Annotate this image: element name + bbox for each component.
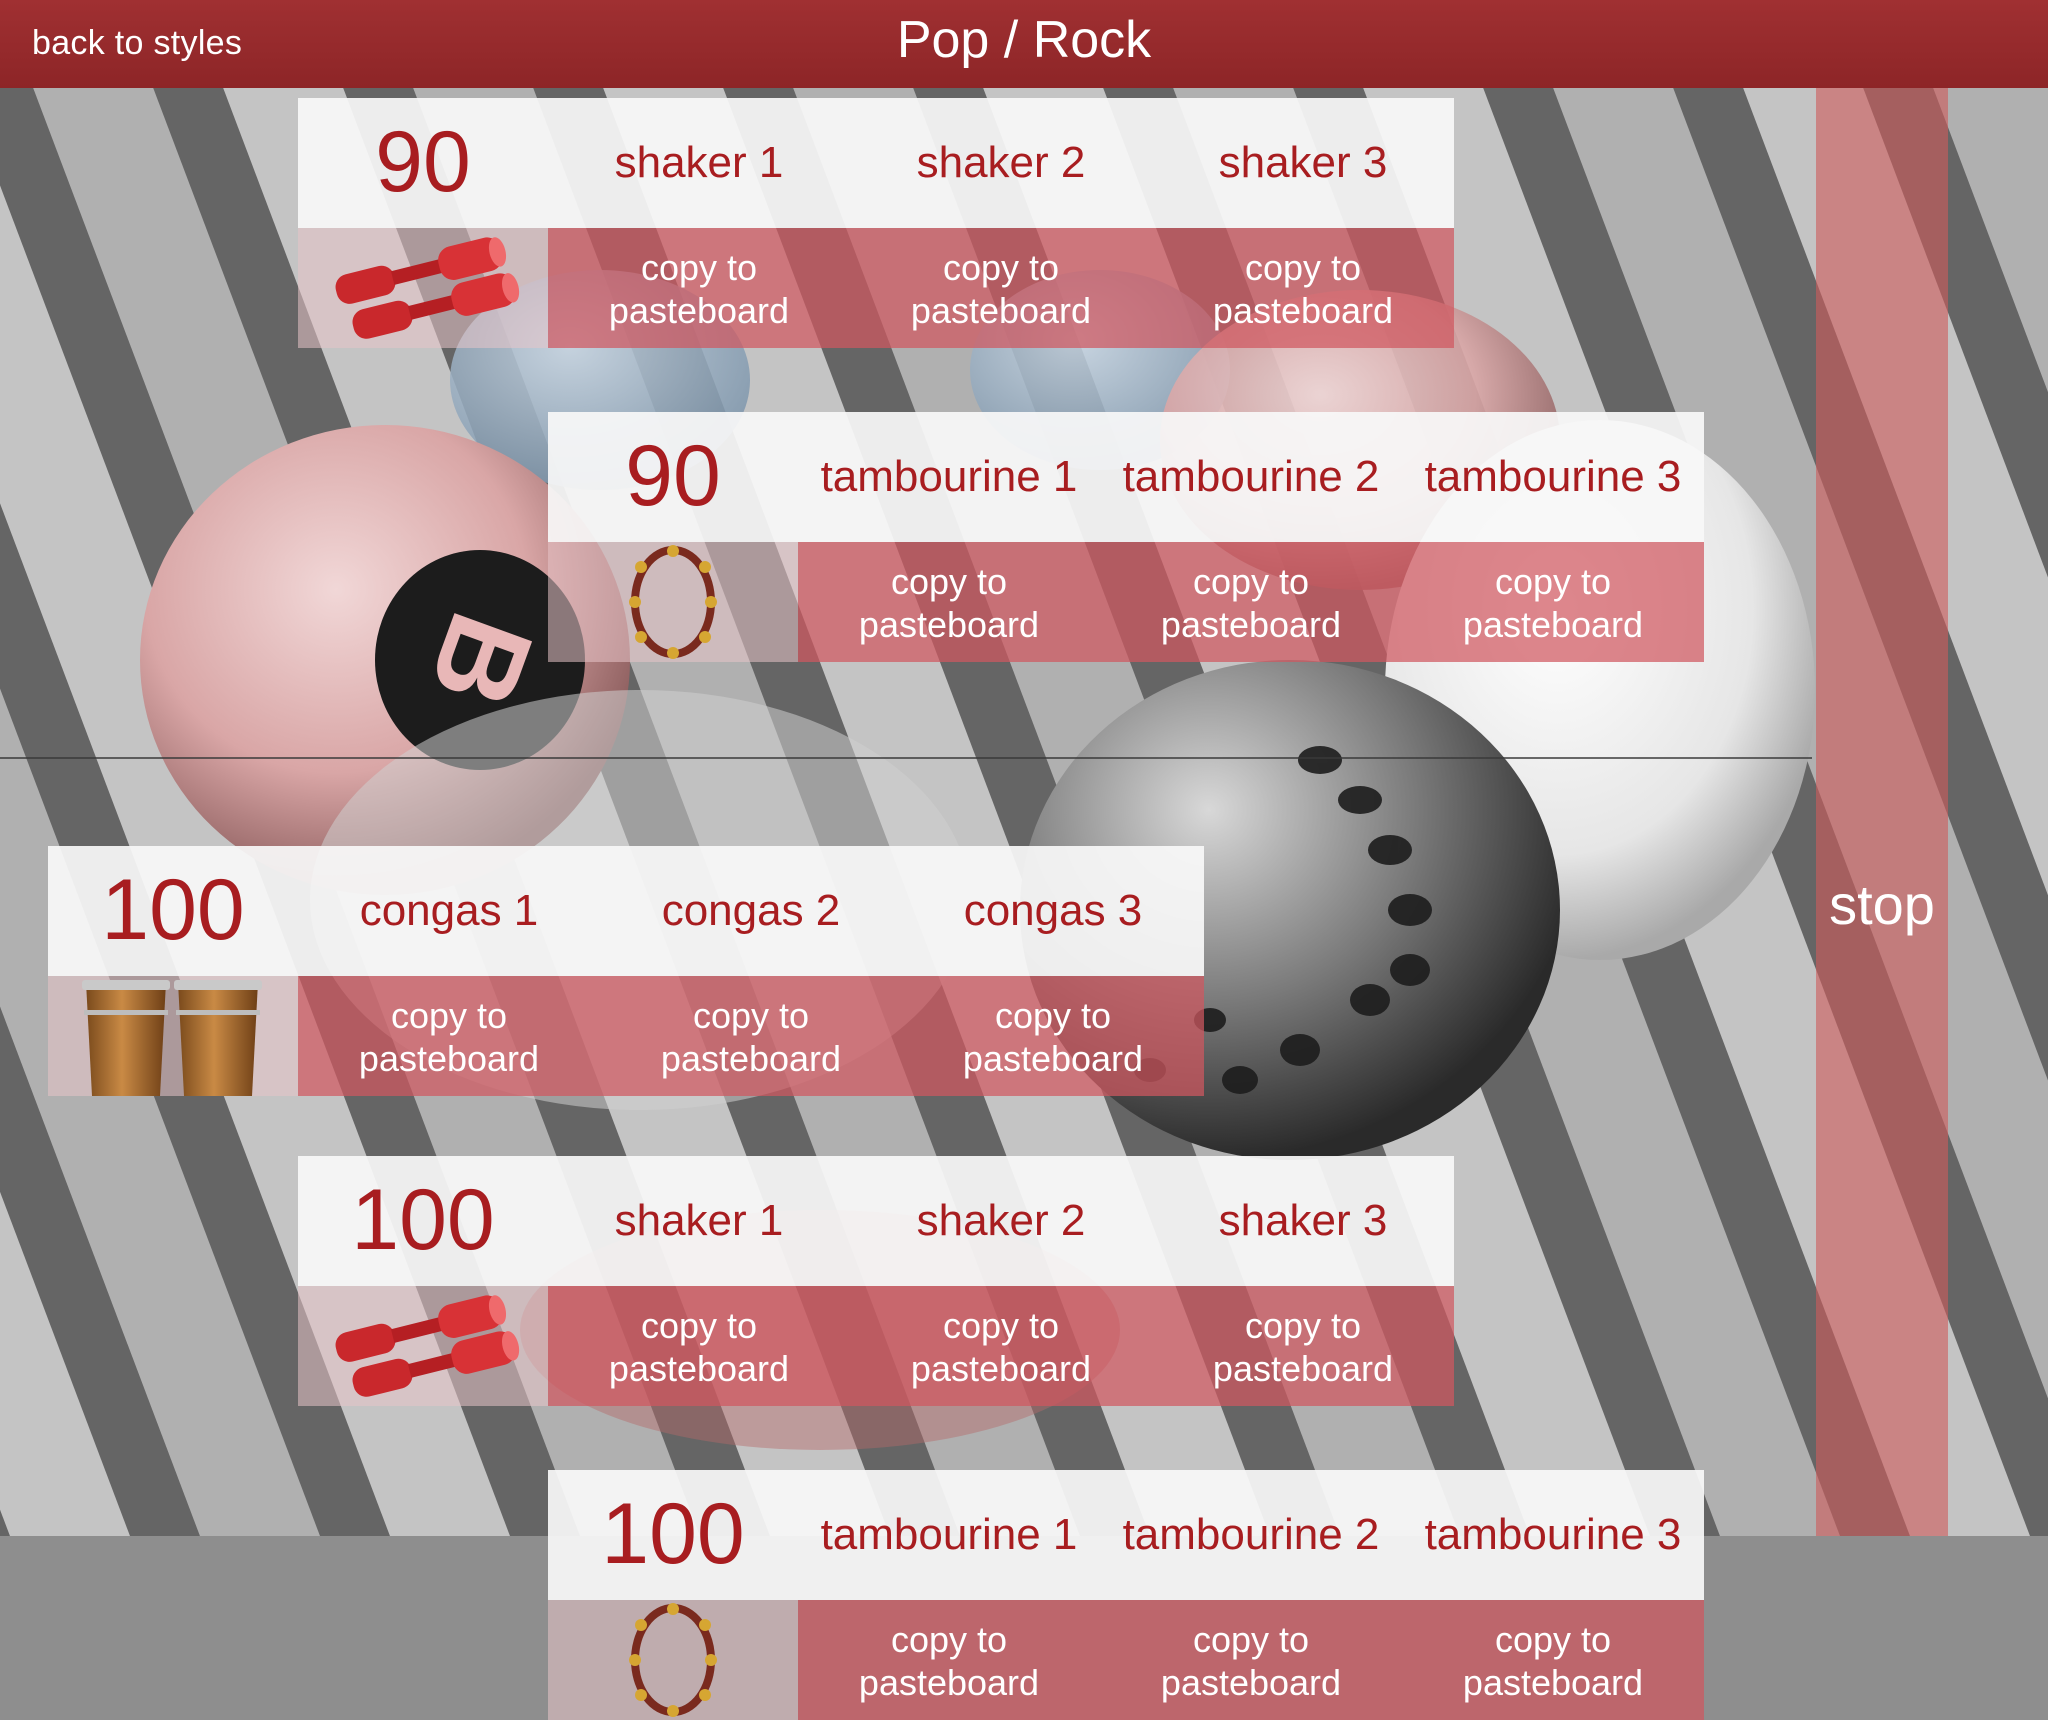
copy-label-line-1: copy to <box>1494 1619 1612 1660</box>
copy-to-pasteboard-button[interactable]: copy to pasteboard <box>1402 542 1704 662</box>
loop-block: 100 congas 1 congas 2 congas 3 copy to pas… <box>48 846 1204 1096</box>
play-loop-button[interactable]: shaker 3 <box>1152 1156 1454 1286</box>
copy-label-line-1: copy to <box>640 247 758 288</box>
copy-to-pasteboard-button[interactable]: copy to pasteboard <box>298 976 600 1096</box>
copy-label-line-1: copy to <box>390 995 508 1036</box>
copy-to-pasteboard-button[interactable]: copy to pasteboard <box>850 1286 1152 1406</box>
copy-label-line-1: copy to <box>692 995 810 1036</box>
play-loop-button[interactable]: tambourine 3 <box>1402 412 1704 542</box>
copy-label-line-1: copy to <box>1192 1619 1310 1660</box>
top-bar: back to styles Pop / Rock <box>0 0 2048 88</box>
copy-to-pasteboard-button[interactable]: copy to pasteboard <box>600 976 902 1096</box>
copy-to-pasteboard-button[interactable]: copy to pasteboard <box>1152 1286 1454 1406</box>
tempo-label: 100 <box>351 1172 495 1268</box>
loop-buttons: shaker 1 shaker 2 shaker 3 <box>548 1156 1454 1286</box>
copy-label-line-1: copy to <box>890 1619 1008 1660</box>
copy-label-line-1: copy to <box>890 561 1008 602</box>
tambourine-icon <box>548 542 798 662</box>
copy-label-line-2: pasteboard <box>1212 290 1394 331</box>
copy-to-pasteboard-button[interactable]: copy to pasteboard <box>798 542 1100 662</box>
section-divider <box>0 757 1812 759</box>
play-loop-button[interactable]: shaker 2 <box>850 1156 1152 1286</box>
copy-label-line-2: pasteboard <box>1160 604 1342 645</box>
copy-label-line-2: pasteboard <box>1462 1662 1644 1703</box>
copy-label-line-2: pasteboard <box>962 1038 1144 1079</box>
play-loop-button[interactable]: shaker 3 <box>1152 98 1454 228</box>
copy-label-line-2: pasteboard <box>358 1038 540 1079</box>
play-loop-button[interactable]: tambourine 2 <box>1100 1470 1402 1600</box>
loop-buttons: tambourine 1 tambourine 2 tambourine 3 <box>798 412 1704 542</box>
copy-label-line-2: pasteboard <box>660 1038 842 1079</box>
loop-block: 90 tambourine 1 tambourine 2 tambourine 3 … <box>548 412 1704 662</box>
loop-buttons: shaker 1 shaker 2 shaker 3 <box>548 98 1454 228</box>
copy-label-line-2: pasteboard <box>1160 1662 1342 1703</box>
copy-label-line-1: copy to <box>1192 561 1310 602</box>
copy-to-pasteboard-button[interactable]: copy to pasteboard <box>798 1600 1100 1720</box>
play-loop-button[interactable]: tambourine 3 <box>1402 1470 1704 1600</box>
play-loop-button[interactable]: tambourine 1 <box>798 1470 1100 1600</box>
tempo-label: 100 <box>601 1486 745 1582</box>
tambourine-icon <box>548 1600 798 1720</box>
play-loop-button[interactable]: shaker 1 <box>548 98 850 228</box>
copy-label-line-2: pasteboard <box>910 290 1092 331</box>
copy-to-pasteboard-button[interactable]: copy to pasteboard <box>548 1286 850 1406</box>
copy-buttons: copy to pasteboard copy to pasteboard co… <box>798 542 1704 662</box>
copy-label-line-1: copy to <box>942 247 1060 288</box>
copy-to-pasteboard-button[interactable]: copy to pasteboard <box>850 228 1152 348</box>
play-loop-button[interactable]: tambourine 2 <box>1100 412 1402 542</box>
copy-label-line-1: copy to <box>640 1305 758 1346</box>
copy-label-line-2: pasteboard <box>608 1348 790 1389</box>
copy-label-line-2: pasteboard <box>858 604 1040 645</box>
tempo-label: 90 <box>625 428 721 524</box>
copy-buttons: copy to pasteboard copy to pasteboard co… <box>548 1286 1454 1406</box>
loop-buttons: congas 1 congas 2 congas 3 <box>298 846 1204 976</box>
play-loop-button[interactable]: congas 2 <box>600 846 902 976</box>
congas-icon <box>48 976 298 1096</box>
shaker-icon <box>298 228 548 348</box>
copy-buttons: copy to pasteboard copy to pasteboard co… <box>798 1600 1704 1720</box>
copy-label-line-2: pasteboard <box>1212 1348 1394 1389</box>
play-loop-button[interactable]: shaker 1 <box>548 1156 850 1286</box>
copy-label-line-1: copy to <box>942 1305 1060 1346</box>
copy-to-pasteboard-button[interactable]: copy to pasteboard <box>1402 1600 1704 1720</box>
shaker-icon <box>298 1286 548 1406</box>
loop-block: 90 shaker 1 shaker 2 shaker 3 copy to past… <box>298 98 1454 348</box>
copy-label-line-2: pasteboard <box>1462 604 1644 645</box>
copy-label-line-1: copy to <box>1494 561 1612 602</box>
tempo-label: 100 <box>101 862 245 958</box>
tempo-label: 90 <box>375 114 471 210</box>
copy-label-line-1: copy to <box>994 995 1112 1036</box>
page-title: Pop / Rock <box>896 11 1152 69</box>
play-loop-button[interactable]: congas 1 <box>298 846 600 976</box>
copy-buttons: copy to pasteboard copy to pasteboard co… <box>548 228 1454 348</box>
copy-label-line-1: copy to <box>1244 247 1362 288</box>
loop-block: 100 shaker 1 shaker 2 shaker 3 copy to pas… <box>298 1156 1454 1406</box>
copy-to-pasteboard-button[interactable]: copy to pasteboard <box>902 976 1204 1096</box>
copy-to-pasteboard-button[interactable]: copy to pasteboard <box>1152 228 1454 348</box>
copy-label-line-2: pasteboard <box>858 1662 1040 1703</box>
copy-to-pasteboard-button[interactable]: copy to pasteboard <box>548 228 850 348</box>
stop-button[interactable]: stop <box>1816 88 1948 1536</box>
copy-to-pasteboard-button[interactable]: copy to pasteboard <box>1100 542 1402 662</box>
play-loop-button[interactable]: shaker 2 <box>850 98 1152 228</box>
play-loop-button[interactable]: tambourine 1 <box>798 412 1100 542</box>
play-loop-button[interactable]: congas 3 <box>902 846 1204 976</box>
copy-buttons: copy to pasteboard copy to pasteboard co… <box>298 976 1204 1096</box>
copy-label-line-2: pasteboard <box>608 290 790 331</box>
copy-to-pasteboard-button[interactable]: copy to pasteboard <box>1100 1600 1402 1720</box>
copy-label-line-2: pasteboard <box>910 1348 1092 1389</box>
stop-label: stop <box>1829 873 1935 936</box>
loop-block: 100 tambourine 1 tambourine 2 tambourine 3… <box>548 1470 1704 1720</box>
copy-label-line-1: copy to <box>1244 1305 1362 1346</box>
loop-buttons: tambourine 1 tambourine 2 tambourine 3 <box>798 1470 1704 1600</box>
